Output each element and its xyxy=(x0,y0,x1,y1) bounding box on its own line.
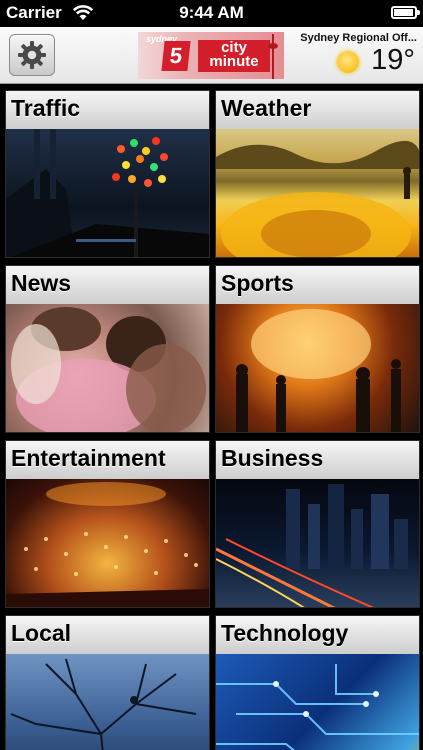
local-photo xyxy=(6,654,209,750)
tile-header: News xyxy=(6,266,209,304)
tile-header: Entertainment xyxy=(6,441,209,479)
tile-header: Business xyxy=(216,441,419,479)
tile-label: Technology xyxy=(221,620,349,646)
gear-icon xyxy=(18,41,46,69)
logo-city-minute-box: city minute xyxy=(198,40,270,72)
category-tile-weather[interactable]: Weather xyxy=(215,90,420,258)
category-tile-news[interactable]: News xyxy=(5,265,210,433)
tile-header: Weather xyxy=(216,91,419,129)
tile-label: Traffic xyxy=(11,95,81,121)
tile-header: Traffic xyxy=(6,91,209,129)
tile-header: Local xyxy=(6,616,209,654)
technology-photo xyxy=(216,654,419,750)
sun-icon xyxy=(337,51,359,73)
category-tile-technology[interactable]: Technology xyxy=(215,615,420,750)
sydney-city-minute-logo: sydney 5 city minute xyxy=(138,32,284,79)
tile-header: Technology xyxy=(216,616,419,654)
category-tile-sports[interactable]: Sports xyxy=(215,265,420,433)
category-tile-entertainment[interactable]: Entertainment xyxy=(5,440,210,608)
news-photo xyxy=(6,304,209,432)
temperature: 19° xyxy=(371,44,415,76)
tile-label: Business xyxy=(221,445,324,471)
category-tile-local[interactable]: Local xyxy=(5,615,210,750)
category-tile-business[interactable]: Business xyxy=(215,440,420,608)
weather-location: Sydney Regional Off... xyxy=(300,32,417,44)
tile-header: Sports xyxy=(216,266,419,304)
status-time: 9:44 AM xyxy=(179,3,244,22)
entertainment-photo xyxy=(6,479,209,607)
tile-label: News xyxy=(11,270,72,296)
status-bar: Carrier 9:44 AM xyxy=(0,0,423,27)
settings-button[interactable] xyxy=(9,34,55,76)
sydney-tower-icon xyxy=(268,34,278,79)
battery-icon xyxy=(391,6,420,19)
weather-photo xyxy=(216,129,419,257)
logo-minute-text: minute xyxy=(209,53,259,70)
tile-label: Sports xyxy=(221,270,294,296)
tile-label: Weather xyxy=(221,95,312,121)
sports-photo xyxy=(216,304,419,432)
business-photo xyxy=(216,479,419,607)
tile-label: Entertainment xyxy=(11,445,166,471)
traffic-photo xyxy=(6,129,209,257)
tile-label: Local xyxy=(11,620,72,646)
category-tile-traffic[interactable]: Traffic xyxy=(5,90,210,258)
top-bar: sydney 5 city minute Sydney Regional Off… xyxy=(0,27,423,84)
logo-channel-number: 5 xyxy=(161,41,191,71)
